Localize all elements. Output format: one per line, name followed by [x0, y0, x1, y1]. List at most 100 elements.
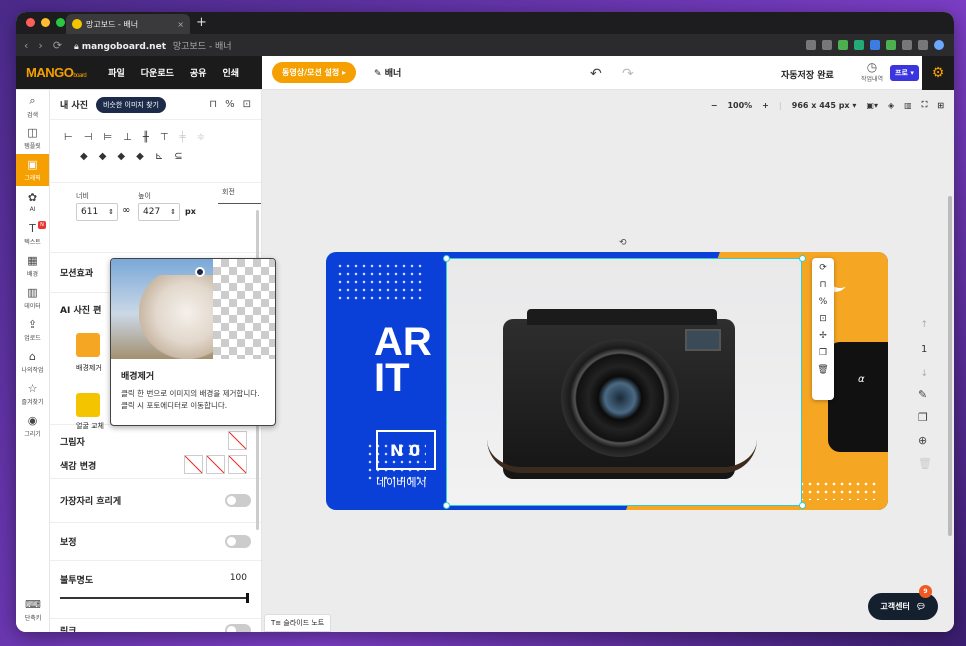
opacity-slider[interactable]	[60, 597, 246, 599]
rail-my-work[interactable]: ⌂ 나의작업	[16, 346, 49, 378]
new-tab-button[interactable]: +	[196, 15, 207, 30]
zoom-window-button[interactable]	[56, 18, 65, 27]
copy-page-icon[interactable]: ❐	[918, 411, 932, 424]
align-center-icon[interactable]: ⊣	[84, 132, 93, 143]
send-back-icon[interactable]: ◆	[136, 151, 144, 162]
close-tab-icon[interactable]: ×	[177, 20, 184, 29]
rail-favorites[interactable]: ☆ 즐겨찾기	[16, 378, 49, 410]
layers-icon[interactable]: ◈	[888, 101, 894, 110]
redo-button[interactable]: ↷	[622, 66, 634, 82]
zoom-in-button[interactable]: +	[762, 101, 769, 110]
ruler-icon[interactable]: ▥	[904, 101, 912, 110]
banner-headline[interactable]: AR IT	[374, 322, 432, 398]
delete-page-icon[interactable]: 🗑︎	[918, 457, 932, 470]
close-window-button[interactable]	[26, 18, 35, 27]
settings-button[interactable]: ⚙	[922, 56, 954, 90]
crop-icon[interactable]: %	[819, 297, 828, 307]
doc-name[interactable]: ✎ 배너	[374, 66, 401, 79]
rail-background[interactable]: ▦ 배경	[16, 250, 49, 282]
distribute-h-icon[interactable]: ≑	[197, 132, 205, 143]
extension-icon[interactable]	[886, 40, 896, 50]
refresh-icon[interactable]: ⟳	[819, 263, 827, 273]
split-icon[interactable]: ✢	[819, 331, 827, 341]
width-input[interactable]: 611 ⇕	[76, 203, 118, 221]
flip-v-icon[interactable]: ⊆	[174, 151, 182, 162]
menu-file[interactable]: 파일	[108, 66, 125, 79]
sidebar-icon[interactable]	[918, 40, 928, 50]
rail-draw[interactable]: ◉ 그리기	[16, 410, 49, 442]
lock-icon[interactable]: ⊓	[819, 280, 826, 290]
sony-camera-image[interactable]: α	[828, 342, 888, 452]
zoom-level[interactable]: 100%	[727, 101, 752, 110]
motion-settings-button[interactable]: 동영상/모션 설정 ▸	[272, 62, 357, 83]
page-down-icon[interactable]: ↓	[920, 369, 928, 379]
color-swatch[interactable]	[206, 455, 225, 474]
forward-icon[interactable]: ›	[38, 39, 42, 52]
reload-icon[interactable]: ⟳	[53, 39, 62, 52]
resize-handle[interactable]	[799, 502, 806, 509]
rail-shortcuts[interactable]: ⌨ 단축키	[16, 594, 50, 626]
resize-handle[interactable]	[799, 255, 806, 262]
shadow-swatch[interactable]	[228, 431, 247, 450]
menu-share[interactable]: 공유	[190, 66, 207, 79]
banner-subtext[interactable]: 네이버에서	[376, 474, 427, 490]
rail-text[interactable]: N T 텍스트	[16, 218, 49, 250]
help-center-button[interactable]: 고객센터 💬︎ 9	[868, 585, 938, 620]
color-swatch[interactable]	[228, 455, 247, 474]
banner-n-box[interactable]: N 0	[376, 430, 436, 470]
fit-icon[interactable]: ⛶	[922, 100, 928, 110]
align-top-icon[interactable]: ⊤	[160, 132, 169, 143]
rail-template[interactable]: ◫ 템플릿	[16, 122, 49, 154]
flip-h-icon[interactable]: ⊾	[155, 151, 163, 162]
undo-button[interactable]: ↶	[590, 66, 602, 82]
minimize-window-button[interactable]	[41, 18, 50, 27]
back-icon[interactable]: ‹	[24, 39, 28, 52]
align-bottom-icon[interactable]: ⊥	[123, 132, 132, 143]
link-toggle[interactable]	[225, 624, 251, 632]
color-swatch[interactable]	[184, 455, 203, 474]
page-up-icon[interactable]: ↑	[920, 320, 928, 330]
height-input[interactable]: 427 ⇕	[138, 203, 180, 221]
share-icon[interactable]	[822, 40, 832, 50]
bring-front-icon[interactable]: ◆	[80, 151, 88, 162]
trash-icon[interactable]: 🗑︎	[817, 365, 828, 375]
rotate-slider[interactable]	[218, 203, 261, 204]
align-middle-icon[interactable]: ╫	[143, 132, 149, 143]
rail-graphic[interactable]: ▣ 그래픽	[16, 154, 49, 186]
browser-tab[interactable]: 망고보드 - 배너 ×	[66, 14, 190, 34]
menu-print[interactable]: 인쇄	[222, 66, 239, 79]
rail-data[interactable]: ▥ 데이터	[16, 282, 49, 314]
distribute-v-icon[interactable]: ╪	[180, 132, 186, 143]
send-backward-icon[interactable]: ◆	[117, 151, 125, 162]
slide-note-tab[interactable]: T≡ 슬라이드 노트	[264, 614, 332, 632]
rail-ai[interactable]: ✿ AI	[16, 186, 49, 218]
add-page-icon[interactable]: ⊕	[918, 434, 932, 447]
selected-camera-photo[interactable]	[446, 258, 802, 506]
pages-icon[interactable]: ⊞	[937, 101, 944, 110]
resize-handle[interactable]	[443, 502, 450, 509]
color-picker-icon[interactable]: ✎	[918, 388, 932, 401]
bg-remove-button[interactable]	[76, 333, 100, 357]
profile-avatar[interactable]	[934, 40, 944, 50]
extension-icon[interactable]	[870, 40, 880, 50]
rail-upload[interactable]: ⇪ 업로드	[16, 314, 49, 346]
extension-icon[interactable]	[838, 40, 848, 50]
pro-badge[interactable]: 프로 ▾	[890, 65, 919, 81]
rail-search[interactable]: ⌕ 검색	[16, 90, 49, 122]
menu-download[interactable]: 다운로드	[141, 66, 174, 79]
download-icon[interactable]	[902, 40, 912, 50]
lock-icon[interactable]: ⊓	[209, 99, 217, 110]
correction-toggle[interactable]	[225, 535, 251, 548]
zoom-out-button[interactable]: −	[711, 101, 718, 110]
canvas-scrollbar[interactable]	[948, 196, 952, 536]
cast-icon[interactable]	[806, 40, 816, 50]
similar-image-button[interactable]: 비슷한 이미지 찾기	[95, 96, 166, 113]
crop-icon[interactable]: %	[225, 99, 235, 110]
align-right-icon[interactable]: ⊨	[103, 132, 112, 143]
canvas-size-select[interactable]: 966 x 445 px ▾	[792, 101, 857, 110]
shield-icon[interactable]	[854, 40, 864, 50]
opacity-slider-handle[interactable]	[246, 593, 249, 603]
face-swap-button[interactable]	[76, 393, 100, 417]
url-field[interactable]: 🔒︎ mangoboard.net 망고보드 - 배너	[74, 39, 232, 52]
rotate-handle-icon[interactable]: ⟲	[619, 238, 627, 248]
